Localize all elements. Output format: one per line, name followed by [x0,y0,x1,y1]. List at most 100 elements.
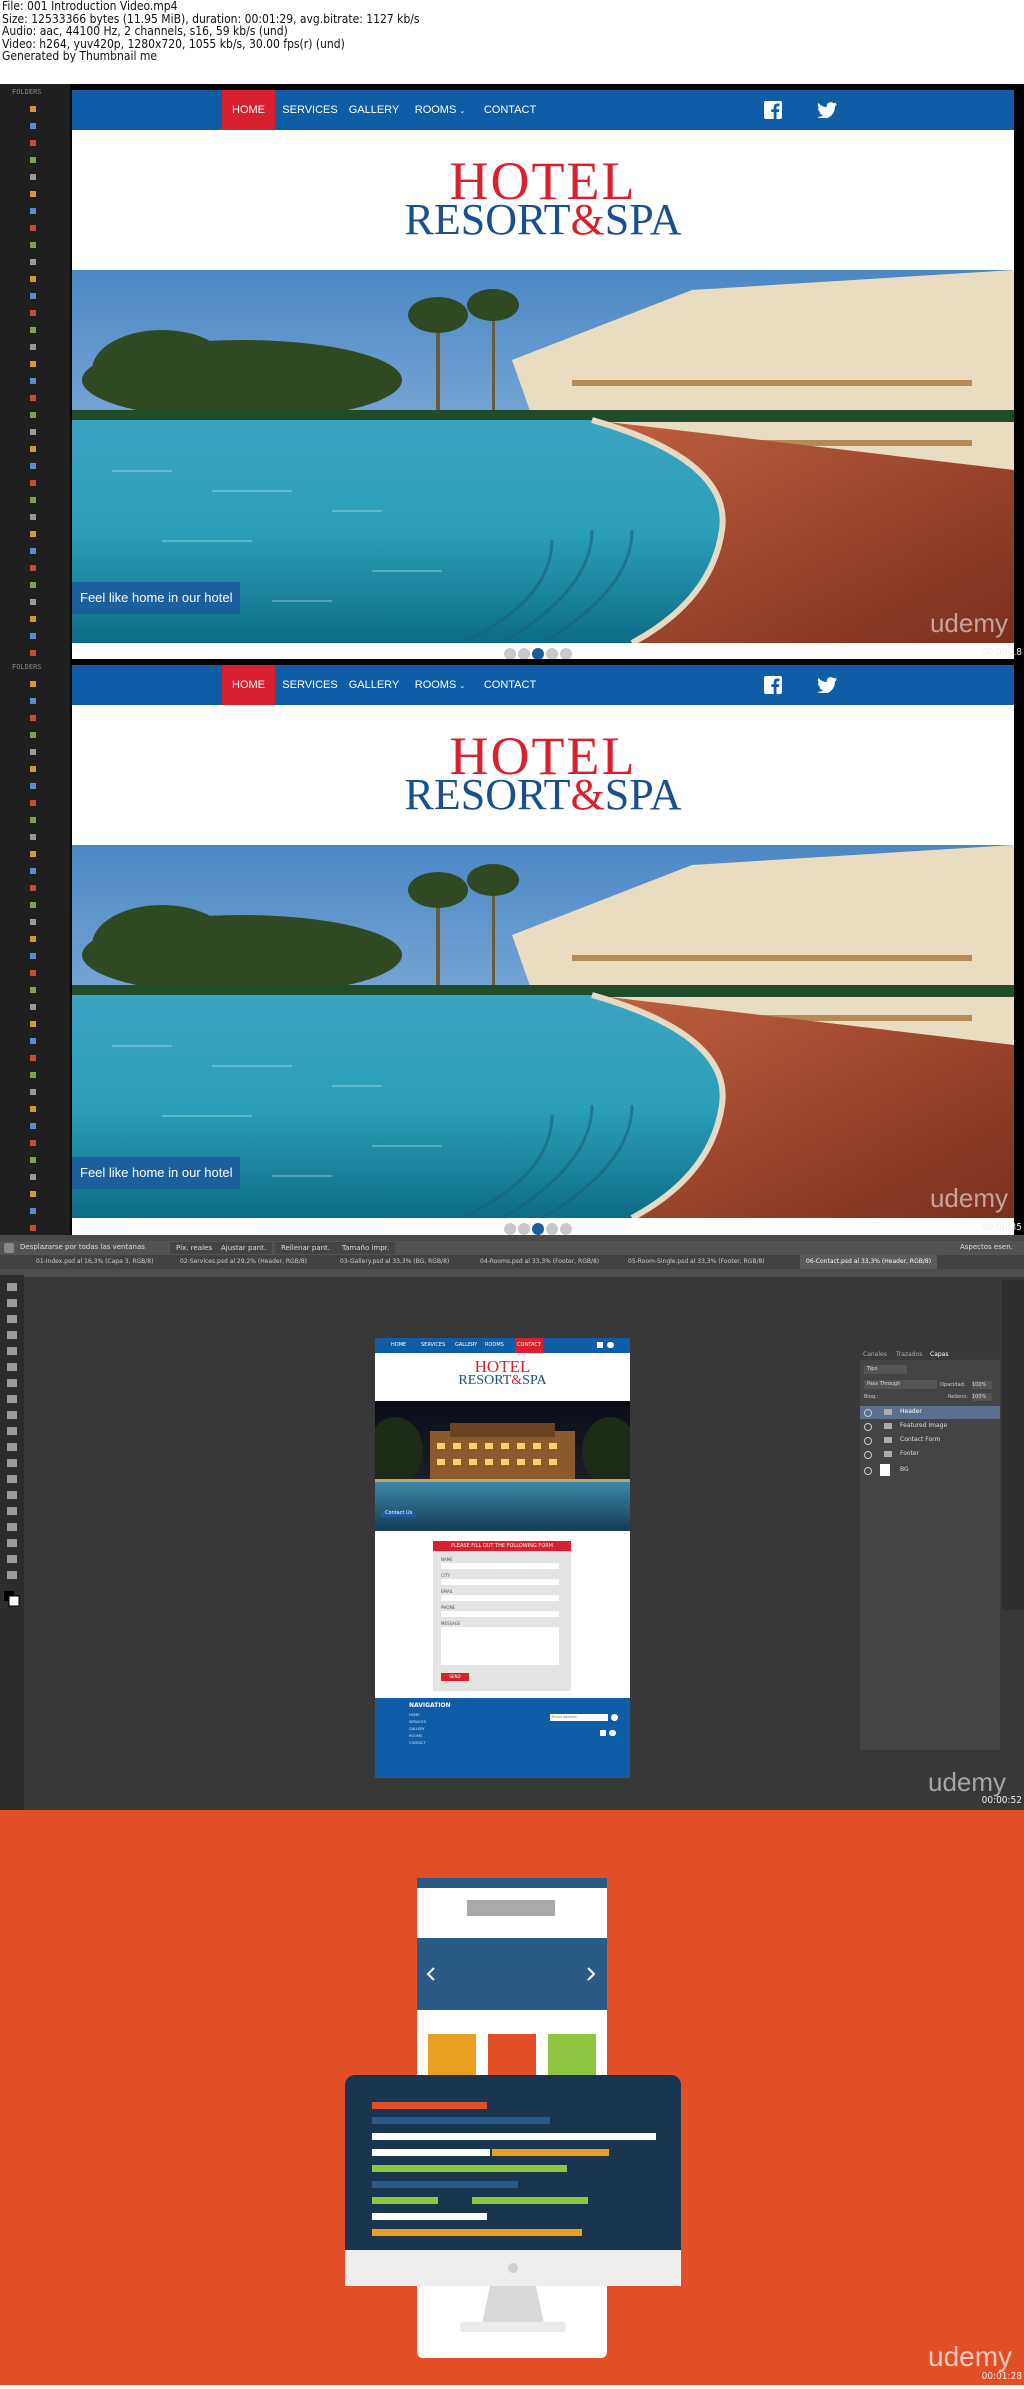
file-tree-item[interactable] [0,527,70,541]
file-tree-item[interactable] [0,1017,70,1031]
blend-mode-select[interactable]: Pass Through [864,1380,937,1389]
layer-row[interactable]: Featured Image [860,1420,1000,1433]
file-tree-item[interactable] [0,728,70,742]
fit-screen-button[interactable]: Ajustar pant. [215,1242,273,1254]
eye-icon[interactable] [864,1409,872,1417]
file-tree-item[interactable] [0,612,70,626]
file-tree-item[interactable] [0,408,70,422]
file-tree-item[interactable] [0,136,70,150]
slider-dot[interactable] [560,1223,572,1235]
file-tree-item[interactable] [0,847,70,861]
twitter-icon[interactable] [817,677,837,693]
file-tree-item[interactable] [0,966,70,980]
slider-dot[interactable] [560,648,572,659]
hero-slider[interactable]: Feel like home in our hotel udemy [72,845,1014,1218]
eye-icon[interactable] [864,1423,872,1431]
nav-contact[interactable]: CONTACT [477,665,543,705]
slider-dot[interactable] [518,648,530,659]
slider-dot[interactable] [504,1223,516,1235]
file-tree-item[interactable] [0,949,70,963]
file-tree-item[interactable] [0,510,70,524]
file-tree-item[interactable] [0,1204,70,1218]
file-tree-item[interactable] [0,476,70,490]
site-logo[interactable]: HOTEL RESORT&SPA [72,130,1014,270]
slider-dot[interactable] [546,1223,558,1235]
nav-home[interactable]: HOME [222,90,275,130]
file-tree-item[interactable] [0,915,70,929]
file-tree-item[interactable] [0,221,70,235]
file-tree-item[interactable] [0,544,70,558]
file-tree-item[interactable] [0,238,70,252]
layer-row-selected[interactable]: Header [860,1406,1000,1419]
file-tree-item[interactable] [0,102,70,116]
eye-icon[interactable] [864,1467,872,1475]
file-tree-item[interactable] [0,1187,70,1201]
filter-kind-select[interactable]: Tipo [864,1365,907,1374]
file-tree-item[interactable] [0,864,70,878]
file-tree-item[interactable] [0,629,70,643]
file-tree-item[interactable] [0,1085,70,1099]
file-tree-item[interactable] [0,881,70,895]
file-tree-item[interactable] [0,153,70,167]
slider-dot-active[interactable] [532,1223,544,1235]
file-tree-item[interactable] [0,391,70,405]
canvas-document[interactable]: HOME SERVICES GALLERY ROOMS CONTACT HOTE… [375,1338,630,1778]
eye-icon[interactable] [864,1437,872,1445]
nav-gallery[interactable]: GALLERY [345,665,403,705]
tool-icons[interactable] [0,1275,24,1655]
nav-gallery[interactable]: GALLERY [345,90,403,130]
doc-tab[interactable]: 02-Services.psd al 29,2% (Header, RGB/8) [180,1255,307,1269]
slider-dot[interactable] [518,1223,530,1235]
doc-tab-active[interactable]: 06-Contact.psd al 33,3% (Header, RGB/8) [800,1255,938,1269]
facebook-icon[interactable] [764,101,782,119]
doc-tab[interactable]: 01-Index.psd al 16,3% (Capa 3, RGB/8) [36,1255,153,1269]
slider-dot[interactable] [546,648,558,659]
file-tree-item[interactable] [0,578,70,592]
file-tree-item[interactable] [0,983,70,997]
slider-dot-active[interactable] [532,648,544,659]
file-tree-item[interactable] [0,357,70,371]
nav-services[interactable]: SERVICES [279,90,341,130]
file-tree-item[interactable] [0,1000,70,1014]
file-tree-item[interactable] [0,323,70,337]
paths-tab[interactable]: Trazados [896,1351,922,1358]
file-tree-item[interactable] [0,796,70,810]
nav-rooms[interactable]: ROOMS ⌄ [407,90,473,130]
layer-row[interactable]: BG [860,1462,1000,1478]
file-tree-item[interactable] [0,187,70,201]
nav-services[interactable]: SERVICES [279,665,341,705]
file-tree-item[interactable] [0,898,70,912]
file-tree-item[interactable] [0,119,70,133]
file-tree-item[interactable] [0,711,70,725]
file-tree-item[interactable] [0,779,70,793]
fill-value[interactable]: 100% [972,1393,992,1401]
workspace-select[interactable]: Aspectos esen. [960,1243,1013,1251]
doc-tab[interactable]: 03-Gallery.psd al 33,3% (BG, RGB/8) [340,1255,449,1269]
facebook-icon[interactable] [764,676,782,694]
file-tree-item[interactable] [0,374,70,388]
file-tree-item[interactable] [0,1119,70,1133]
print-size-button[interactable]: Tamaño impr. [336,1242,396,1254]
slider-dot[interactable] [504,648,516,659]
opacity-value[interactable]: 100% [972,1381,992,1389]
file-tree-item[interactable] [0,306,70,320]
site-logo[interactable]: HOTEL RESORT&SPA [72,705,1014,845]
file-tree-item[interactable] [0,442,70,456]
file-tree-item[interactable] [0,1102,70,1116]
file-tree-item[interactable] [0,272,70,286]
actual-pixels-button[interactable]: Píx. reales [170,1242,218,1254]
hero-slider[interactable]: Feel like home in our hotel udemy [72,270,1014,643]
file-tree-item[interactable] [0,340,70,354]
file-tree-item[interactable] [0,1136,70,1150]
layers-tab[interactable]: Capas [930,1351,948,1358]
file-tree-item[interactable] [0,204,70,218]
doc-tab[interactable]: 05-Room-Single.psd al 33,3% (Footer, RGB… [628,1255,765,1269]
file-tree-item[interactable] [0,1221,70,1235]
nav-contact[interactable]: CONTACT [477,90,543,130]
layer-row[interactable]: Footer [860,1448,1000,1461]
file-tree-item[interactable] [0,813,70,827]
file-tree-item[interactable] [0,677,70,691]
file-tree-item[interactable] [0,289,70,303]
eye-icon[interactable] [864,1451,872,1459]
channels-tab[interactable]: Canales [863,1351,887,1358]
